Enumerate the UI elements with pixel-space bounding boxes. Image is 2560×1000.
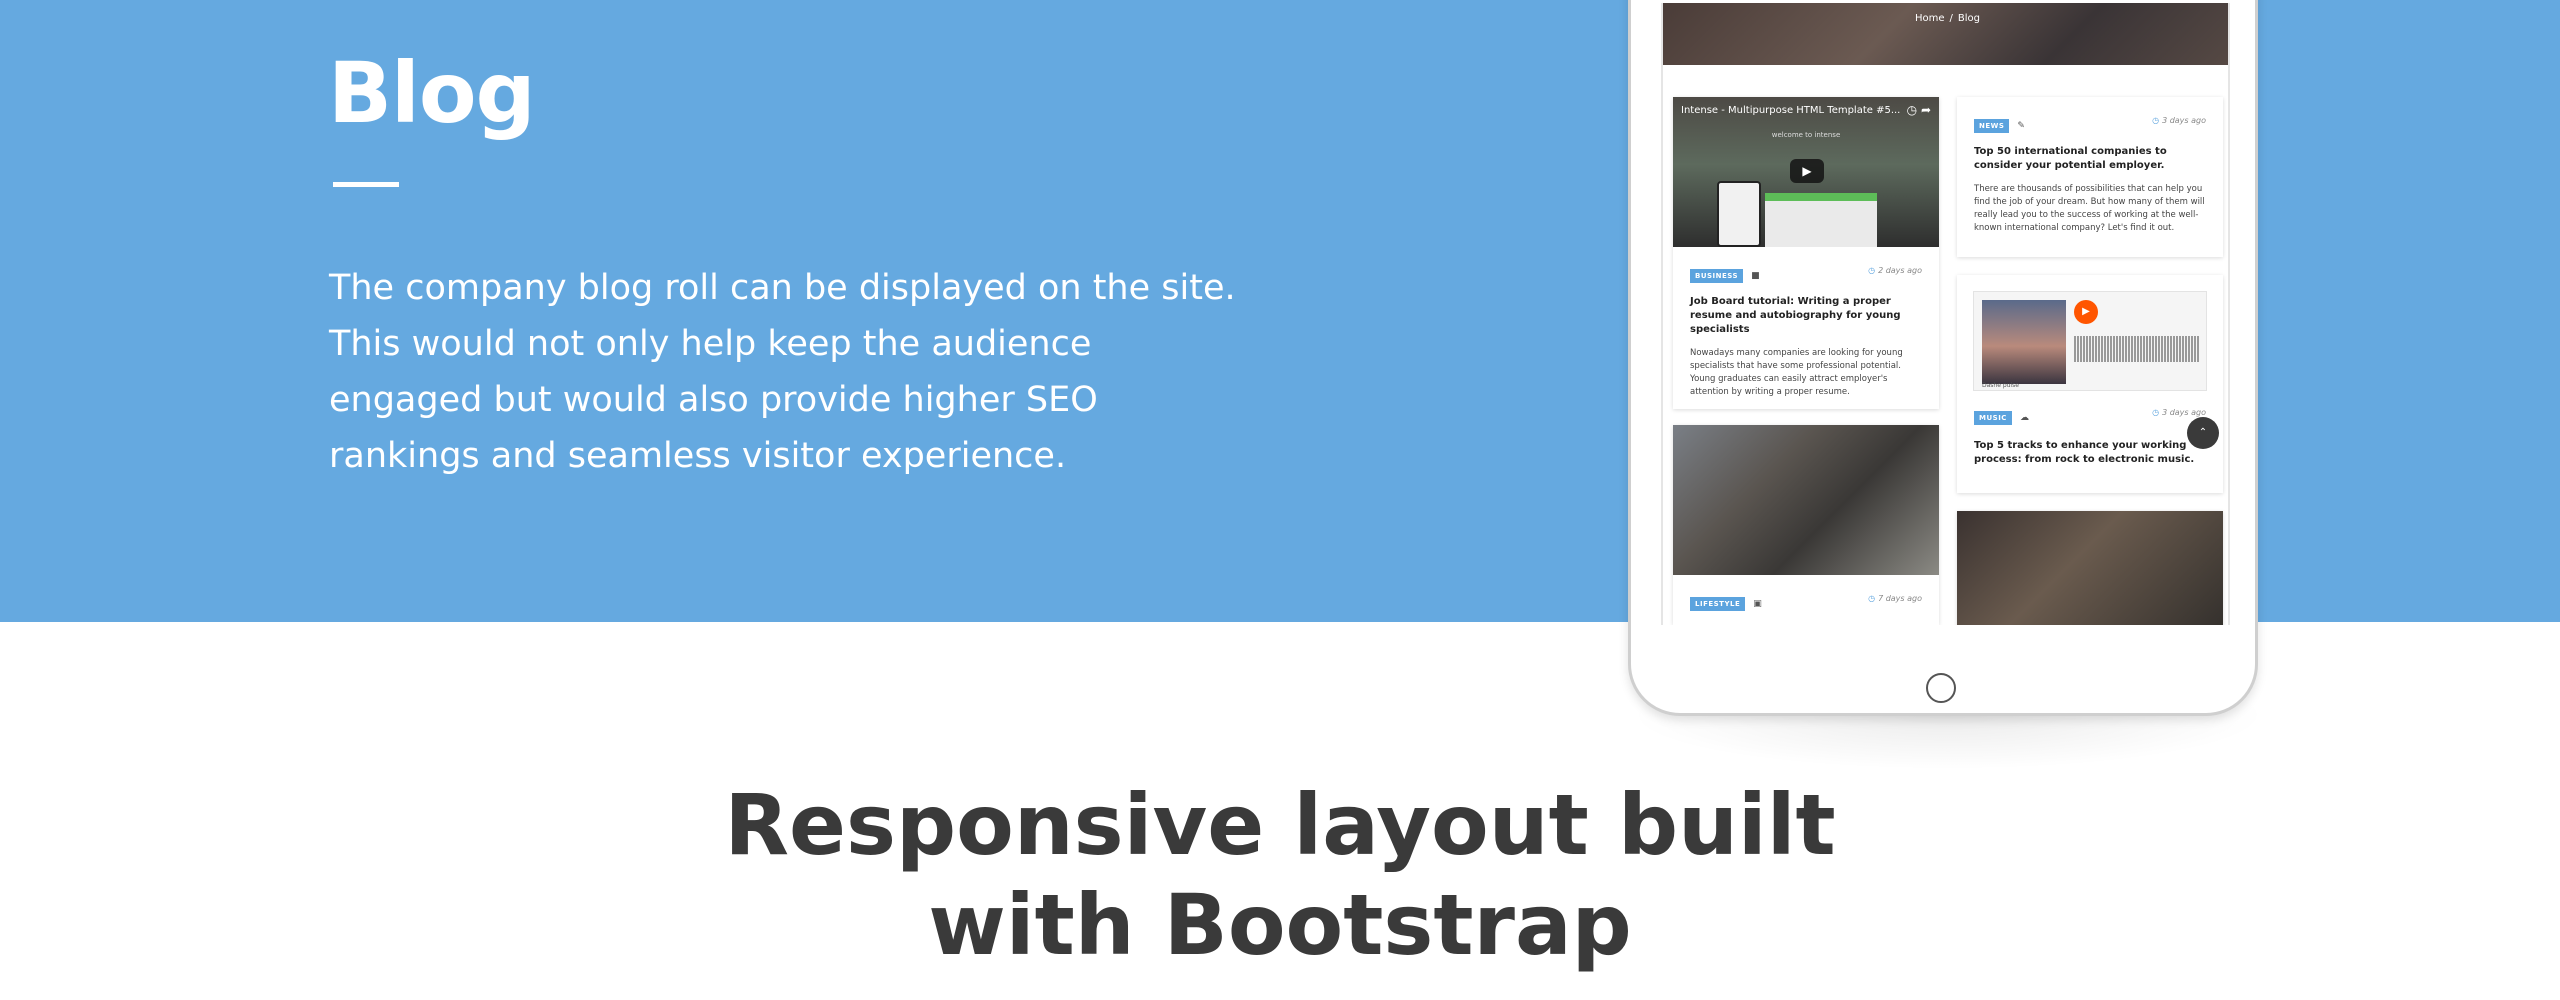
breadcrumb-current: Blog [1957,13,1980,24]
clock-icon: ◷ [1868,266,1876,275]
post-body: Top 5 tracks to enhance your working pro… [1974,439,2206,467]
video-camera-icon: ■ [1751,270,1760,281]
post-meta: NEWS ✎ ◷ 3 days ago [1974,115,2206,133]
play-icon[interactable]: ▶ [1790,159,1824,183]
post-photo[interactable] [1957,511,2223,625]
post-card-business[interactable]: Intense - Multipurpose HTML Template #5.… [1673,97,1939,409]
track-artist: Dashe pulse [1982,382,2019,389]
post-date-text: 2 days ago [1878,266,1922,275]
post-body: Top 50 international companies to consid… [1974,145,2206,235]
soundcloud-icon: ☁ [2019,412,2029,423]
scroll-to-top-button[interactable]: ⌃ [2187,417,2219,449]
section-heading: Responsive layout built with Bootstrap [0,775,2560,975]
post-date-text: 7 days ago [1878,594,1922,603]
hero-title: Blog [328,44,536,142]
post-date: ◷ 7 days ago [1868,594,1922,603]
play-icon[interactable]: ▶ [2074,300,2098,324]
video-phone-device [1717,181,1761,247]
section-heading-line1: Responsive layout built [724,776,1836,874]
tablet-mockup: Home / Blog Intense - Multipurpose HTML Te… [1628,0,2258,716]
video-embed[interactable]: Intense - Multipurpose HTML Template #5.… [1673,97,1939,247]
post-date: ◷ 3 days ago [2152,408,2206,417]
post-title[interactable]: Top 5 tracks to enhance your working pro… [1974,439,2206,467]
breadcrumb-home-link[interactable]: Home [1915,13,1945,24]
post-card-news[interactable]: NEWS ✎ ◷ 3 days ago Top 50 international c… [1957,97,2223,257]
section-heading-line2: with Bootstrap [928,876,1632,974]
hero-description: The company blog roll can be displayed o… [329,268,1236,476]
category-badge[interactable]: NEWS [1974,118,2010,133]
post-excerpt: Nowadays many companies are looking for … [1690,348,1903,397]
album-art [1982,300,2066,384]
post-card-photo[interactable] [1957,511,2223,625]
video-laptop-device [1765,193,1877,247]
page-banner: Home / Blog [1663,3,2228,65]
clock-icon: ◷ [1868,594,1876,603]
title-divider [333,182,399,187]
pencil-icon: ✎ [2017,120,2025,131]
post-date-text: 3 days ago [2162,116,2206,125]
video-caption: welcome to intense [1771,131,1841,139]
tablet-home-button [1926,673,1956,703]
post-meta: MUSIC ☁ ◷ 3 days ago [1974,407,2206,425]
clock-icon: ◷ [2152,408,2160,417]
post-card-music[interactable]: ▶ Dashe pulse MUSIC ☁ ◷ 3 days ago Top 5 t… [1957,275,2223,493]
category-badge[interactable]: BUSINESS [1690,268,1744,283]
category-badge[interactable]: LIFESTYLE [1690,596,1746,611]
post-excerpt: There are thousands of possibilities tha… [1974,184,2205,233]
breadcrumb: Home / Blog [1663,13,2228,24]
post-title[interactable]: Job Board tutorial: Writing a proper res… [1690,295,1922,337]
post-meta: BUSINESS ■ ◷ 2 days ago [1690,265,1922,283]
waveform[interactable] [2074,336,2200,362]
breadcrumb-separator: / [1949,13,1953,24]
clock-icon: ◷ [2152,116,2160,125]
video-share-controls[interactable]: ◷ ➦ [1907,103,1931,117]
tablet-screen: Home / Blog Intense - Multipurpose HTML Te… [1661,3,2230,625]
soundcloud-player[interactable]: ▶ Dashe pulse [1973,291,2207,391]
camera-icon: ▣ [1753,598,1762,609]
post-date-text: 3 days ago [2162,408,2206,417]
post-card-lifestyle[interactable]: LIFESTYLE ▣ ◷ 7 days ago [1673,425,1939,625]
post-meta: LIFESTYLE ▣ ◷ 7 days ago [1690,593,1922,611]
video-title: Intense - Multipurpose HTML Template #5.… [1681,105,1901,116]
post-body: Job Board tutorial: Writing a proper res… [1690,295,1922,399]
post-date: ◷ 3 days ago [2152,116,2206,125]
post-photo[interactable] [1673,425,1939,575]
post-date: ◷ 2 days ago [1868,266,1922,275]
post-title[interactable]: Top 50 international companies to consid… [1974,145,2206,173]
category-badge[interactable]: MUSIC [1974,410,2012,425]
